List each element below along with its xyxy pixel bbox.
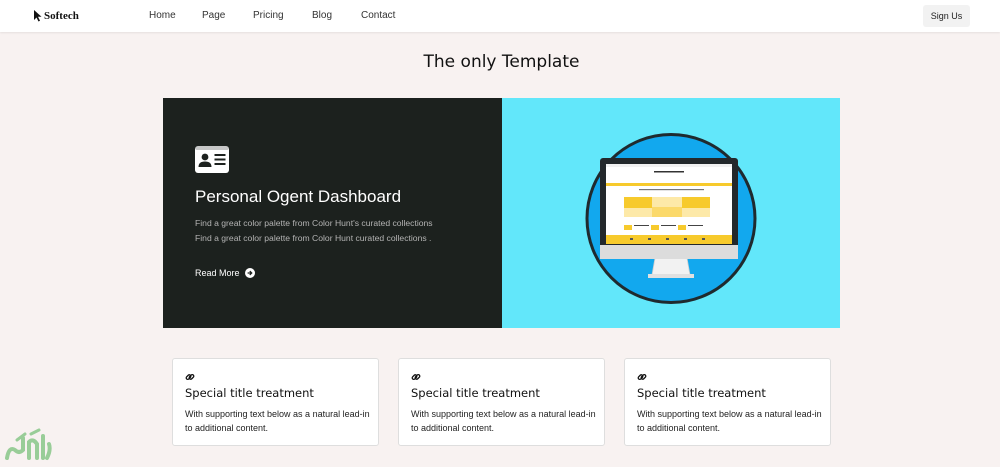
hero-heading: Personal Ogent Dashboard	[195, 187, 402, 206]
hero-description: Find a great color palette from Color Hu…	[195, 218, 433, 243]
card-title: Special title treatment	[637, 386, 766, 400]
arrow-circle-right-icon	[244, 268, 255, 278]
sign-in-button[interactable]: Sign Us	[923, 5, 970, 27]
nav-link-home[interactable]: Home	[149, 10, 176, 21]
card-title: Special title treatment	[185, 386, 314, 400]
brand-name: Softech	[44, 10, 79, 22]
nav-link-blog[interactable]: Blog	[312, 10, 332, 21]
id-card-icon	[195, 146, 229, 173]
card-text: With supporting text below as a natural …	[185, 409, 370, 433]
feature-card: Special title treatment With supporting …	[172, 358, 379, 446]
read-more-link[interactable]: Read More	[195, 268, 255, 278]
watermark-logo	[5, 428, 52, 460]
card-title: Special title treatment	[411, 386, 540, 400]
hero-text-panel: Personal Ogent Dashboard Find a great co…	[163, 98, 502, 328]
cursor-icon	[34, 10, 42, 22]
card-text: With supporting text below as a natural …	[637, 409, 822, 433]
feature-card: Special title treatment With supporting …	[398, 358, 605, 446]
feature-card: Special title treatment With supporting …	[624, 358, 831, 446]
link-icon	[185, 373, 195, 381]
nav-link-pricing[interactable]: Pricing	[253, 10, 284, 21]
nav-link-page[interactable]: Page	[202, 10, 225, 21]
card-text: With supporting text below as a natural …	[411, 409, 596, 433]
brand-logo[interactable]: Softech	[33, 8, 79, 24]
link-icon	[637, 373, 647, 381]
link-icon	[411, 373, 421, 381]
monitor-illustration	[585, 133, 757, 304]
read-more-label: Read More	[195, 268, 240, 278]
hero-illustration-panel	[502, 98, 840, 328]
nav-link-contact[interactable]: Contact	[361, 10, 395, 21]
section-title: The only Template	[423, 52, 580, 72]
navbar: Softech Home Page Pricing Blog Contact S…	[0, 0, 1000, 32]
